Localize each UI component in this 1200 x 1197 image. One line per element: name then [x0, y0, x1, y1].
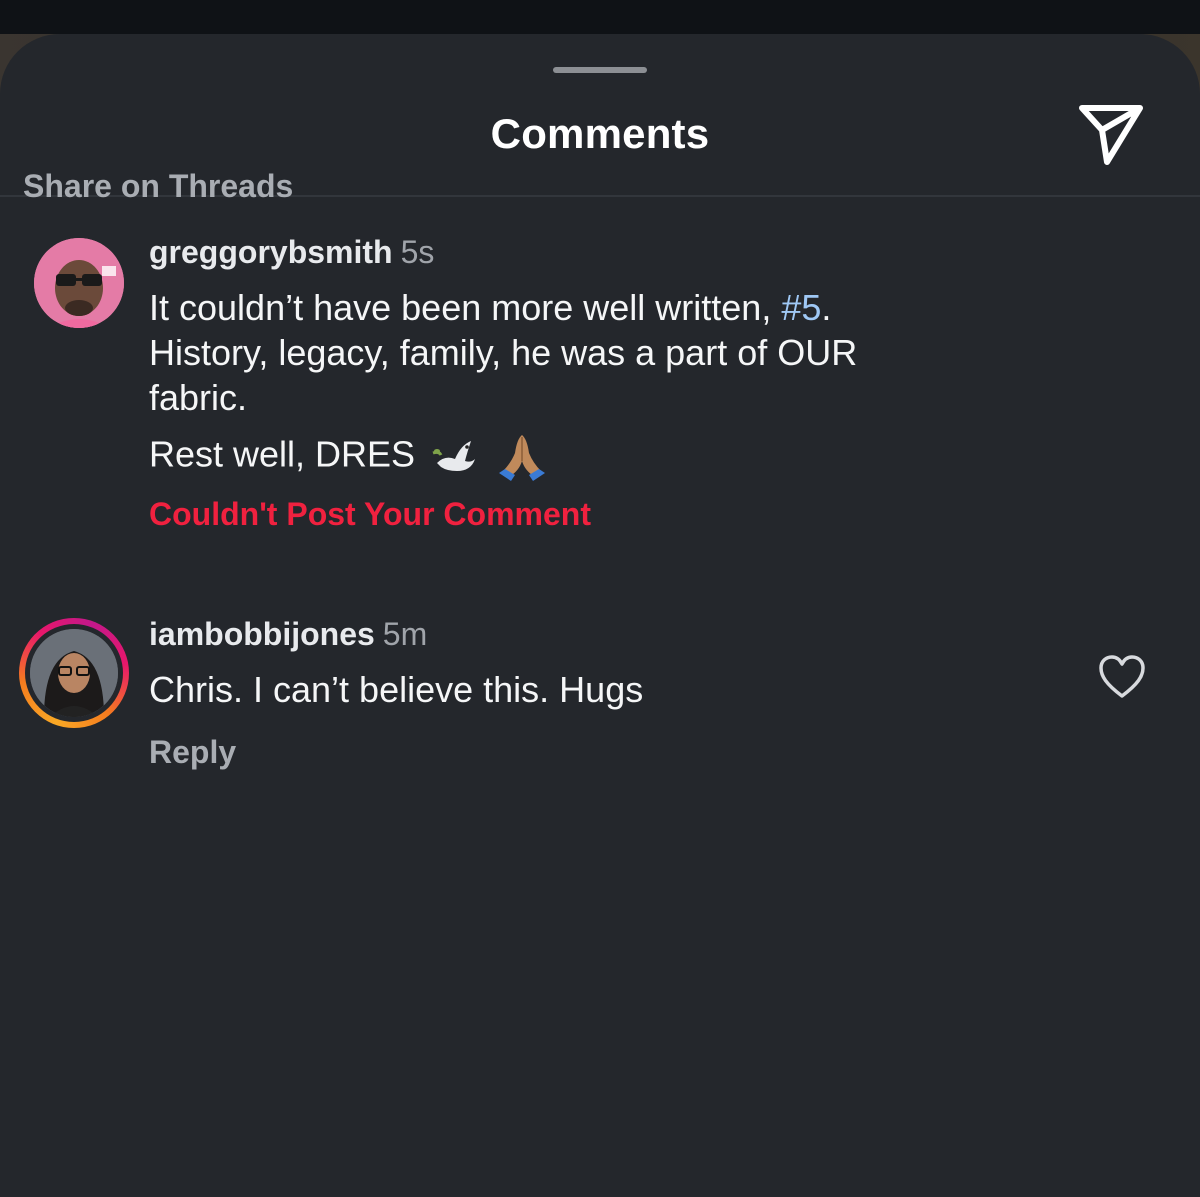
page-title: Comments — [490, 110, 710, 157]
comment-line: Rest well, DRES — [149, 433, 416, 475]
comment-text-segment: . — [821, 287, 832, 328]
comment-text-segment: It couldn’t have been more well written, — [149, 287, 782, 328]
praying-hands-emoji — [499, 435, 546, 481]
status-bar-strip — [0, 0, 1200, 34]
post-error-message[interactable]: Couldn't Post Your Comment — [149, 496, 591, 533]
avatar-story-ring[interactable] — [19, 618, 129, 728]
comments-sheet: Comments Share on Threads greggorybsmith… — [0, 34, 1200, 1197]
comment-header: iambobbijones 5m — [149, 616, 427, 653]
comment-text: Chris. I can’t believe this. Hugs — [149, 669, 644, 710]
profile-photo-greggorybsmith — [34, 238, 124, 328]
comment-line: It couldn’t have been more well written,… — [149, 285, 857, 330]
comment-time: 5s — [400, 234, 435, 270]
dove-emoji — [432, 441, 476, 471]
comment-username[interactable]: greggorybsmith — [149, 234, 393, 270]
like-button[interactable] — [1096, 652, 1148, 704]
paper-plane-icon — [1079, 105, 1143, 165]
heart-outline-icon — [1099, 655, 1145, 698]
share-send-button[interactable] — [1074, 98, 1148, 168]
avatar[interactable] — [34, 238, 124, 328]
reply-button[interactable]: Reply — [149, 734, 236, 771]
share-on-threads-link[interactable]: Share on Threads — [23, 168, 293, 205]
comment-line: fabric. — [149, 377, 248, 418]
avatar — [30, 629, 118, 717]
comment-username[interactable]: iambobbijones — [149, 616, 375, 652]
comment-text: It couldn’t have been more well written,… — [149, 285, 857, 420]
sheet-grabber-handle[interactable] — [553, 67, 647, 73]
comment-text-last-line: Rest well, DRES — [149, 431, 549, 483]
hashtag-link[interactable]: #5 — [781, 287, 821, 328]
comment-time: 5m — [382, 616, 428, 652]
comment-line: History, legacy, family, he was a part o… — [149, 332, 858, 373]
comment-header: greggorybsmith 5s — [149, 234, 434, 271]
profile-photo-iambobbijones — [30, 629, 118, 717]
